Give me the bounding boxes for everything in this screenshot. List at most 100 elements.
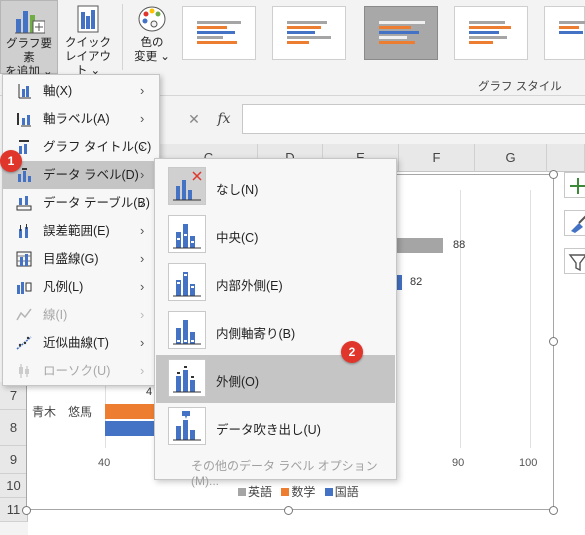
submenu-item-outside-end[interactable]: 外側(O)	[156, 355, 395, 403]
error-bars-icon	[19, 224, 28, 238]
formula-bar: ✕ fx	[150, 104, 585, 134]
submenu-item-center[interactable]: 中央(C)	[156, 211, 395, 259]
x-tick-label: 90	[452, 457, 465, 469]
gridline	[460, 190, 461, 448]
gridlines-icon	[16, 251, 32, 267]
no-labels-icon	[168, 167, 206, 205]
filter-icon	[568, 254, 585, 272]
add-chart-element-icon	[13, 5, 46, 35]
submenu-item-label: 内部外側(E)	[216, 279, 283, 293]
menu-item-gridlines[interactable]: 目盛線(G) ›	[3, 245, 159, 273]
chart-style-thumbnail[interactable]	[272, 6, 346, 60]
data-label: 82	[410, 276, 423, 288]
axis-label-icon	[17, 113, 31, 127]
add-element-label-1: グラフ要素	[6, 38, 52, 64]
chart-style-thumbnail[interactable]	[182, 6, 256, 60]
chevron-right-icon: ›	[140, 251, 145, 266]
chart-elements-side-button[interactable]	[564, 172, 585, 198]
chevron-right-icon: ›	[140, 111, 145, 126]
resize-handle[interactable]	[549, 506, 558, 515]
menu-item-axis-titles[interactable]: 軸ラベル(A) ›	[3, 105, 159, 133]
cancel-icon[interactable]: ✕	[182, 106, 206, 132]
submenu-item-none[interactable]: なし(N)	[156, 163, 395, 211]
column-header[interactable]	[547, 144, 585, 172]
resize-handle[interactable]	[284, 506, 293, 515]
chart-style-thumbnail[interactable]	[544, 6, 585, 60]
submenu-item-label: 外側(O)	[216, 375, 260, 389]
chart-style-thumbnail-selected[interactable]	[364, 6, 438, 60]
change-colors-label-1: 色の	[140, 37, 164, 49]
menu-item-label: 目盛線(G)	[43, 252, 99, 266]
legend-icon	[17, 282, 32, 294]
menu-item-axes[interactable]: 軸(X) ›	[3, 77, 159, 105]
quick-layout-button[interactable]: クイック レイアウト ⌄	[60, 0, 116, 77]
menu-item-data-labels[interactable]: データ ラベル(D) ›	[3, 161, 159, 189]
quick-layout-icon	[72, 4, 104, 34]
submenu-item-label: 中央(C)	[216, 231, 259, 245]
quick-layout-label-1: クイック	[65, 37, 111, 49]
row-header[interactable]: 8	[0, 410, 28, 446]
menu-item-label: 線(I)	[43, 308, 68, 322]
submenu-item-inside-end[interactable]: 内部外側(E)	[156, 259, 395, 307]
menu-item-data-table[interactable]: データ テーブル(B) ›	[3, 189, 159, 217]
chart-styles-gallery	[178, 6, 585, 64]
menu-item-legend[interactable]: 凡例(L) ›	[3, 273, 159, 301]
submenu-item-label: 内側軸寄り(B)	[216, 327, 296, 341]
step-badge-2: 2	[341, 341, 363, 363]
menu-item-label: 近似曲線(T)	[43, 336, 109, 350]
formula-input[interactable]	[242, 104, 585, 134]
up-down-bars-icon	[19, 364, 29, 378]
submenu-item-label: データ吹き出し(U)	[216, 423, 321, 437]
chart-styles-side-button[interactable]	[564, 210, 585, 236]
column-header[interactable]: F	[399, 144, 475, 172]
menu-item-label: 軸(X)	[43, 84, 73, 98]
add-chart-element-menu: 軸(X) › 軸ラベル(A) › グラフ タイトル(C) › データ ラベル(D) › …	[2, 74, 160, 386]
submenu-item-data-callout[interactable]: データ吹き出し(U)	[156, 403, 395, 451]
change-colors-label-2: 変更 ⌄	[134, 51, 170, 63]
x-tick-label: 100	[519, 457, 538, 469]
menu-item-trendline[interactable]: 近似曲線(T) ›	[3, 329, 159, 357]
resize-handle[interactable]	[22, 506, 31, 515]
chevron-right-icon: ›	[140, 363, 145, 378]
resize-handle[interactable]	[549, 170, 558, 179]
axis-icon	[18, 84, 31, 99]
change-colors-button[interactable]: 色の 変更 ⌄	[128, 0, 176, 74]
chart-style-thumbnail[interactable]	[454, 6, 528, 60]
add-chart-element-button[interactable]: グラフ要素 を追加 ⌄	[0, 0, 58, 78]
insert-function-icon[interactable]: fx	[212, 106, 236, 132]
gridline	[530, 190, 531, 448]
trendline-icon	[16, 336, 32, 350]
palette-icon	[136, 4, 168, 34]
legend-swatch	[281, 488, 290, 496]
ribbon-separator	[122, 4, 123, 70]
menu-item-label: ローソク(U)	[43, 364, 111, 378]
chevron-right-icon: ›	[140, 139, 145, 154]
menu-item-label: 軸ラベル(A)	[43, 112, 110, 126]
chevron-right-icon: ›	[140, 335, 145, 350]
menu-item-lines: 線(I) ›	[3, 301, 159, 329]
row-header[interactable]: 7	[0, 382, 28, 410]
legend-swatch	[238, 488, 246, 496]
column-header[interactable]: G	[475, 144, 547, 172]
more-data-label-options[interactable]: その他のデータ ラベル オプション(M)...	[191, 457, 396, 488]
data-label: 4	[146, 386, 153, 398]
row-header[interactable]: 9	[0, 446, 28, 474]
data-labels-submenu: なし(N) 中央(C) 内部外側(E) 内側軸寄り(B) 外側(O) データ吹き…	[154, 158, 397, 488]
resize-handle[interactable]	[549, 337, 558, 346]
menu-item-error-bars[interactable]: 誤差範囲(E) ›	[3, 217, 159, 245]
brush-icon	[571, 215, 585, 233]
x-tick-label: 40	[98, 457, 111, 469]
bar-math[interactable]	[105, 404, 155, 419]
chevron-right-icon: ›	[140, 167, 145, 182]
center-labels-icon	[168, 215, 206, 253]
chevron-right-icon: ›	[140, 83, 145, 98]
menu-item-chart-title[interactable]: グラフ タイトル(C) ›	[3, 133, 159, 161]
row-header[interactable]: 10	[0, 474, 28, 498]
legend-swatch	[324, 488, 333, 496]
submenu-item-label: なし(N)	[216, 183, 259, 197]
bar-japanese[interactable]	[105, 421, 155, 436]
menu-item-label: グラフ タイトル(C)	[43, 140, 152, 154]
lines-icon	[16, 308, 32, 321]
chart-filters-side-button[interactable]	[564, 248, 585, 274]
bar-english[interactable]	[395, 238, 443, 253]
